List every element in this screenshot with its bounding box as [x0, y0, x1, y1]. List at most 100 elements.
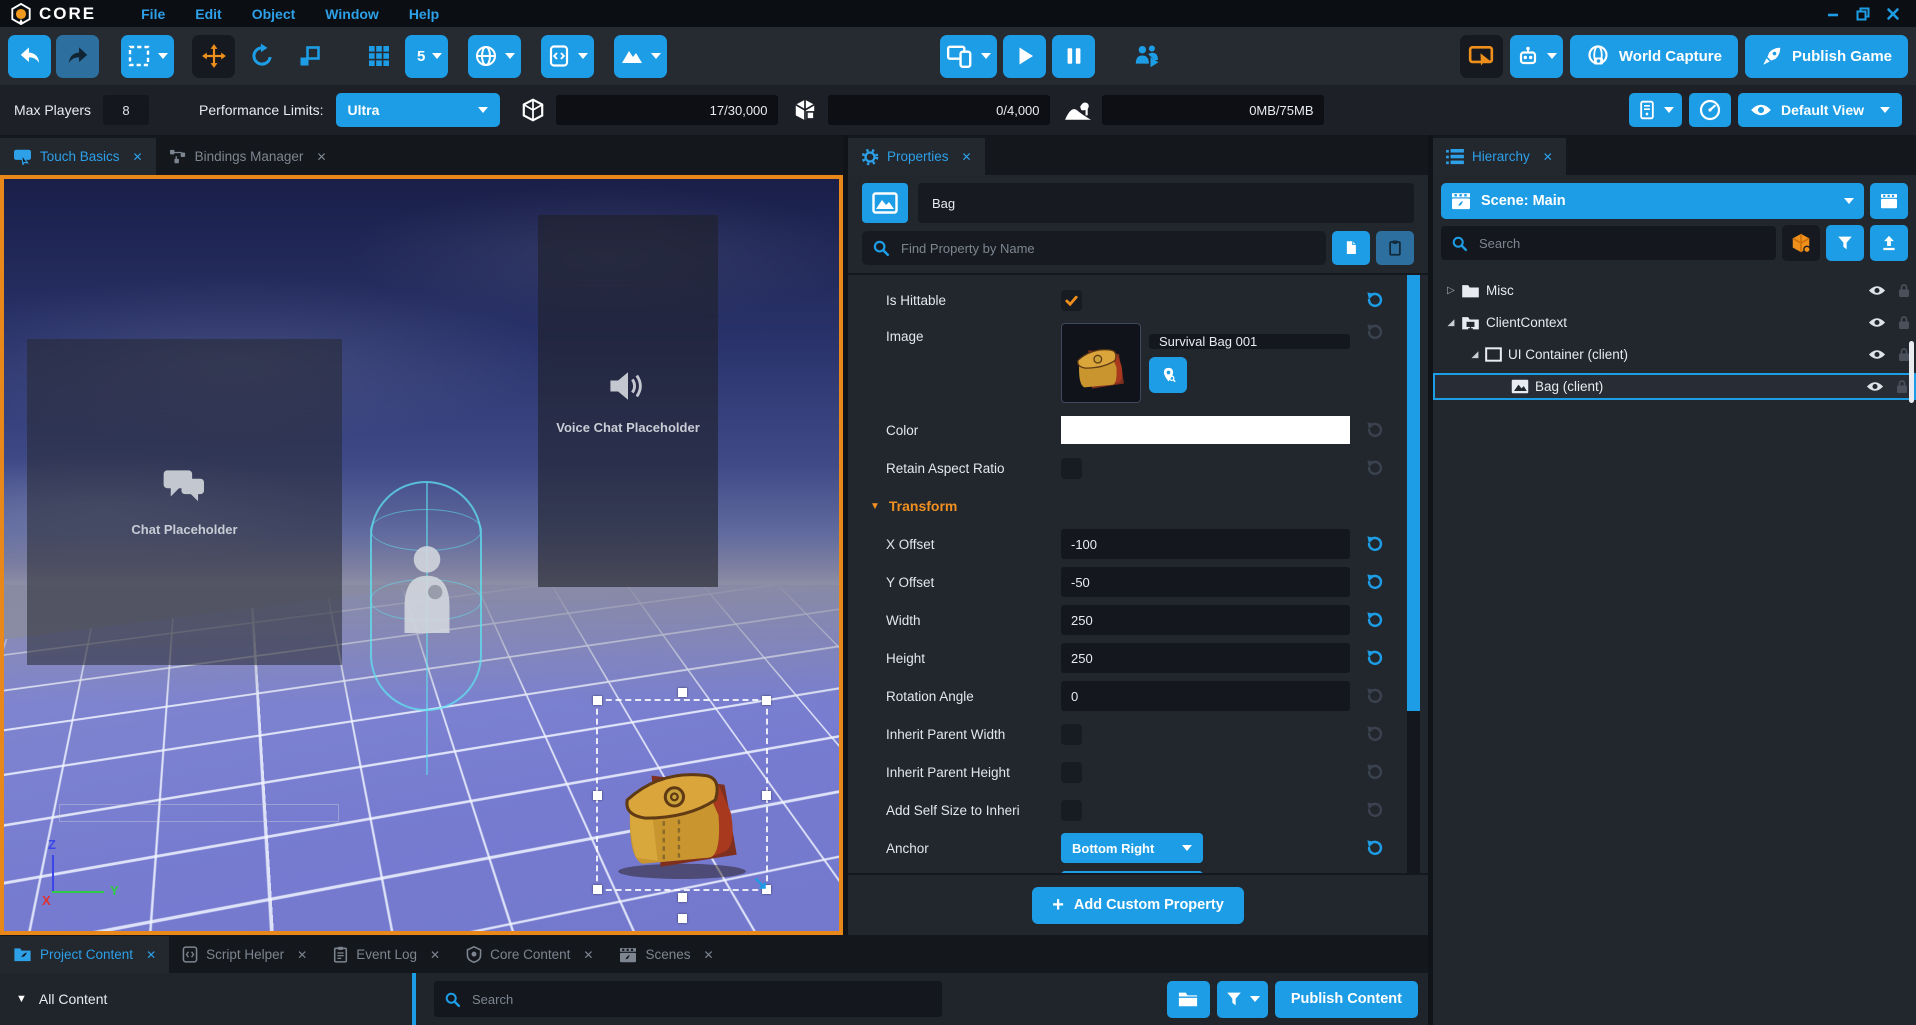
- lock-icon[interactable]: [1898, 315, 1910, 330]
- tab-core-content[interactable]: Core Content✕: [453, 936, 606, 973]
- play-button[interactable]: [1003, 35, 1046, 78]
- selection-bounds[interactable]: [596, 699, 768, 891]
- tab-bindings-manager-close[interactable]: ✕: [316, 150, 326, 164]
- core-logo[interactable]: CORE: [10, 3, 96, 25]
- tree-item-bag-client[interactable]: Bag (client): [1433, 373, 1916, 400]
- reset-button[interactable]: [1350, 763, 1384, 781]
- properties-scrollbar[interactable]: [1407, 275, 1420, 873]
- tab-bindings-manager[interactable]: Bindings Manager✕: [156, 138, 340, 175]
- undo-button[interactable]: [8, 35, 51, 78]
- reset-button[interactable]: [1350, 839, 1384, 857]
- hierarchy-search-input[interactable]: [1477, 235, 1766, 252]
- hierarchy-search-field[interactable]: [1441, 226, 1776, 260]
- selection-mode-dropdown[interactable]: [121, 35, 174, 78]
- handle-top-right[interactable]: [762, 696, 771, 705]
- tab-hierarchy[interactable]: Hierarchy ✕: [1433, 138, 1566, 175]
- image-asset-field[interactable]: Survival Bag 001: [1149, 334, 1350, 349]
- bag-image[interactable]: [606, 727, 758, 885]
- y-offset-field[interactable]: -50: [1061, 567, 1350, 597]
- export-button[interactable]: [1870, 225, 1908, 261]
- multiplayer-preview-button[interactable]: [1125, 35, 1168, 78]
- visibility-eye-icon[interactable]: [1868, 349, 1886, 360]
- menu-edit[interactable]: Edit: [180, 6, 236, 22]
- reset-button[interactable]: [1350, 291, 1384, 309]
- hierarchy-filter-button[interactable]: [1826, 225, 1864, 261]
- all-content-selector[interactable]: ▼ All Content: [0, 973, 412, 1025]
- reset-button[interactable]: [1350, 459, 1384, 477]
- handle-bottom-center[interactable]: [678, 893, 687, 902]
- visibility-eye-icon[interactable]: [1866, 381, 1884, 392]
- x-offset-field[interactable]: -100: [1061, 529, 1350, 559]
- scene-selector-dropdown[interactable]: Scene: Main: [1441, 183, 1864, 219]
- handle-anchor[interactable]: [678, 914, 687, 923]
- paste-properties-button[interactable]: [1376, 231, 1414, 265]
- tree-item-clientcontext[interactable]: ◢ClientContext: [1433, 309, 1916, 336]
- scale-tool-button[interactable]: [288, 35, 331, 78]
- expand-icon[interactable]: ▷: [1441, 285, 1461, 296]
- object-name-input[interactable]: [930, 195, 1402, 212]
- lock-icon[interactable]: [1896, 379, 1908, 394]
- anchor-dropdown[interactable]: Bottom Right: [1061, 833, 1203, 863]
- menu-file[interactable]: File: [126, 6, 180, 22]
- panel-divider[interactable]: [412, 973, 416, 1025]
- reset-button[interactable]: [1350, 687, 1384, 705]
- machine-settings-dropdown[interactable]: [1629, 93, 1682, 127]
- world-capture-button[interactable]: World Capture: [1570, 35, 1738, 78]
- reset-button[interactable]: [1350, 801, 1384, 819]
- property-search-input[interactable]: [899, 240, 1316, 257]
- default-view-dropdown[interactable]: Default View: [1738, 93, 1902, 127]
- tab-event-log[interactable]: Event Log✕: [320, 936, 453, 973]
- redo-button[interactable]: [56, 35, 99, 78]
- reset-button[interactable]: [1350, 649, 1384, 667]
- handle-bottom-left[interactable]: [593, 885, 602, 894]
- properties-scrollbar-thumb[interactable]: [1407, 275, 1420, 711]
- lock-icon[interactable]: [1898, 283, 1910, 298]
- visibility-eye-icon[interactable]: [1868, 317, 1886, 328]
- collapse-icon[interactable]: ◢: [1441, 317, 1461, 328]
- minimize-button[interactable]: [1826, 7, 1840, 21]
- grid-snap-size-dropdown[interactable]: 5: [405, 35, 448, 78]
- tree-item-misc[interactable]: ▷Misc: [1433, 277, 1916, 304]
- rotation-angle-field[interactable]: 0: [1061, 681, 1350, 711]
- grid-snap-toggle[interactable]: [357, 35, 400, 78]
- tab-properties[interactable]: Properties ✕: [848, 138, 985, 175]
- menu-window[interactable]: Window: [310, 6, 394, 22]
- find-asset-button[interactable]: [1149, 357, 1187, 393]
- handle-top-left[interactable]: [593, 696, 602, 705]
- height-field[interactable]: 250: [1061, 643, 1350, 673]
- group-objects-button[interactable]: [1782, 225, 1820, 261]
- reset-button[interactable]: [1350, 535, 1384, 553]
- tab-script-helper-close[interactable]: ✕: [297, 948, 307, 962]
- tab-scenes-close[interactable]: ✕: [703, 948, 713, 962]
- object-name-field[interactable]: [918, 183, 1414, 223]
- reset-button[interactable]: [1350, 725, 1384, 743]
- is-hittable-checkbox[interactable]: [1061, 290, 1082, 311]
- menu-help[interactable]: Help: [394, 6, 454, 22]
- screen-select-toggle[interactable]: [1460, 35, 1503, 78]
- color-swatch[interactable]: [1061, 416, 1350, 444]
- script-dropdown[interactable]: [541, 35, 594, 78]
- capture-camera-dropdown[interactable]: [1510, 35, 1563, 78]
- performance-gauge-button[interactable]: [1689, 93, 1731, 127]
- preview-device-dropdown[interactable]: [940, 35, 997, 78]
- properties-tab-close[interactable]: ✕: [962, 150, 972, 164]
- handle-mid-left[interactable]: [593, 791, 602, 800]
- scene-viewport[interactable]: Chat Placeholder Voice Chat Placeholder: [0, 175, 843, 935]
- tab-scenes[interactable]: Scenes✕: [606, 936, 726, 973]
- image-thumbnail[interactable]: [1061, 323, 1141, 403]
- publish-content-button[interactable]: Publish Content: [1275, 981, 1418, 1018]
- move-tool-button[interactable]: [192, 35, 235, 78]
- dock-dropdown[interactable]: Bottom Right: [1061, 871, 1203, 873]
- content-search-input[interactable]: [470, 991, 932, 1008]
- tab-touch-basics[interactable]: Touch Basics✕: [0, 138, 156, 175]
- add-self-size-to-inheri-checkbox[interactable]: [1061, 800, 1082, 821]
- tab-project-content[interactable]: Project Content✕: [0, 936, 169, 973]
- content-filter-dropdown[interactable]: [1217, 981, 1268, 1018]
- section-transform[interactable]: ▼Transform: [870, 491, 1384, 521]
- collapse-icon[interactable]: ◢: [1465, 349, 1485, 360]
- tree-item-ui-container-client[interactable]: ◢UI Container (client): [1433, 341, 1916, 368]
- hierarchy-tab-close[interactable]: ✕: [1543, 150, 1553, 164]
- inherit-parent-height-checkbox[interactable]: [1061, 762, 1082, 783]
- content-search-field[interactable]: [434, 981, 942, 1017]
- reset-button[interactable]: [1350, 611, 1384, 629]
